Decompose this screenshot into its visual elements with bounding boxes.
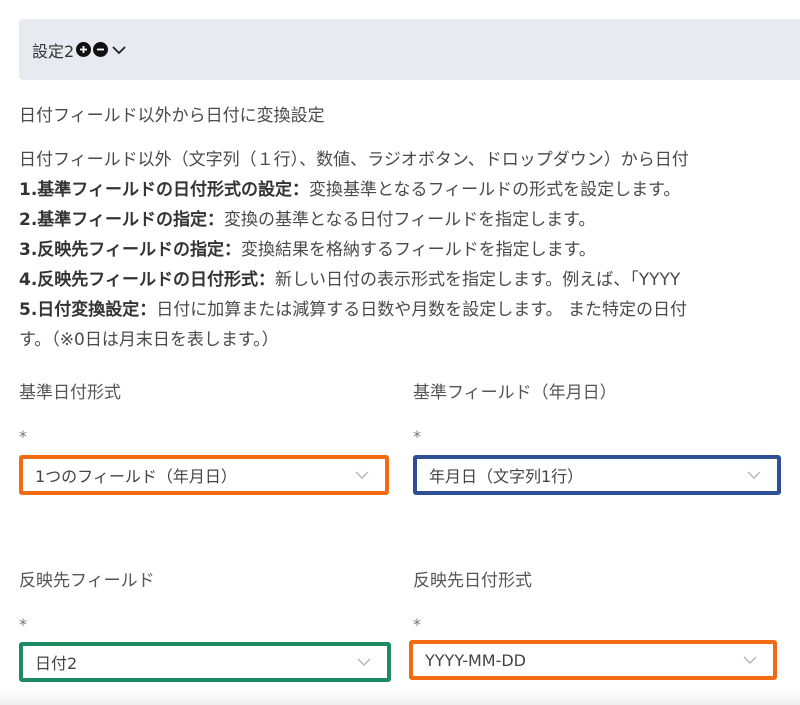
target-field-value: 日付2	[35, 654, 78, 673]
target-field-select[interactable]: 日付2	[19, 642, 391, 682]
add-icon[interactable]	[76, 42, 92, 57]
description-item-label: 4.反映先フィールドの日付形式：	[19, 270, 275, 290]
remove-icon[interactable]	[93, 42, 109, 57]
description-item-5: 5.日付変換設定：日付に加算または減算する日数や月数を設定します。 また特定の日…	[19, 295, 800, 325]
target-format-required-mark: *	[413, 615, 421, 634]
settings-header[interactable]: 設定2	[19, 19, 800, 80]
description-item-label: 5.日付変換設定：	[19, 300, 157, 320]
target-field-required-mark: *	[19, 615, 27, 634]
base-field-select[interactable]: 年月日（文字列1行）	[413, 455, 781, 495]
description-item-1: 1.基準フィールドの日付形式の設定：変換基準となるフィールドの形式を設定します。	[19, 175, 800, 205]
description-item-text: 日付に加算または減算する日数や月数を設定します。 また特定の日付	[156, 300, 687, 320]
description-intro: 日付フィールド以外（文字列（１行）、数値、ラジオボタン、ドロップダウン）から日付	[19, 150, 689, 170]
base-format-label: 基準日付形式	[19, 383, 121, 403]
description-item-label: 1.基準フィールドの日付形式の設定：	[19, 180, 309, 200]
description-item-text: 新しい日付の表示形式を指定します。例えば、「YYYY	[274, 270, 681, 290]
chevron-down-icon	[355, 467, 371, 483]
settings-title: 設定2	[32, 41, 75, 61]
chevron-down-icon	[743, 652, 759, 668]
description-item-text: 変換の基準となる日付フィールドを指定します。	[223, 210, 596, 230]
base-format-required-mark: *	[19, 427, 27, 446]
target-format-value: YYYY-MM-DD	[425, 650, 526, 670]
base-field-required-mark: *	[413, 427, 421, 446]
target-format-label: 反映先日付形式	[413, 571, 532, 591]
target-field-label: 反映先フィールド	[19, 571, 155, 591]
base-field-value: 年月日（文字列1行）	[429, 467, 584, 486]
description-item-label: 2.基準フィールドの指定：	[19, 210, 224, 230]
chevron-down-icon[interactable]	[111, 44, 127, 56]
description-tail: す。（※0日は月末日を表します。）	[19, 330, 279, 350]
base-format-select[interactable]: 1つのフィールド（年月日）	[19, 455, 389, 495]
description-item-3: 3.反映先フィールドの指定：変換結果を格納するフィールドを指定します。	[19, 235, 800, 265]
chevron-down-icon	[747, 467, 763, 483]
chevron-down-icon	[357, 654, 373, 670]
base-field-label: 基準フィールド（年月日）	[413, 383, 617, 403]
description-item-2: 2.基準フィールドの指定：変換の基準となる日付フィールドを指定します。	[19, 205, 800, 235]
bottom-shadow	[0, 690, 800, 705]
description-item-text: 変換基準となるフィールドの形式を設定します。	[308, 180, 681, 200]
section-description: 日付フィールド以外（文字列（１行）、数値、ラジオボタン、ドロップダウン）から日付…	[19, 145, 800, 355]
description-item-label: 3.反映先フィールドの指定：	[19, 240, 241, 260]
base-format-value: 1つのフィールド（年月日）	[35, 467, 237, 486]
description-item-text: 変換結果を格納するフィールドを指定します。	[240, 240, 596, 260]
target-format-select[interactable]: YYYY-MM-DD	[409, 640, 777, 680]
section-title: 日付フィールド以外から日付に変換設定	[19, 106, 325, 126]
description-item-4: 4.反映先フィールドの日付形式：新しい日付の表示形式を指定します。例えば、「YY…	[19, 265, 800, 295]
